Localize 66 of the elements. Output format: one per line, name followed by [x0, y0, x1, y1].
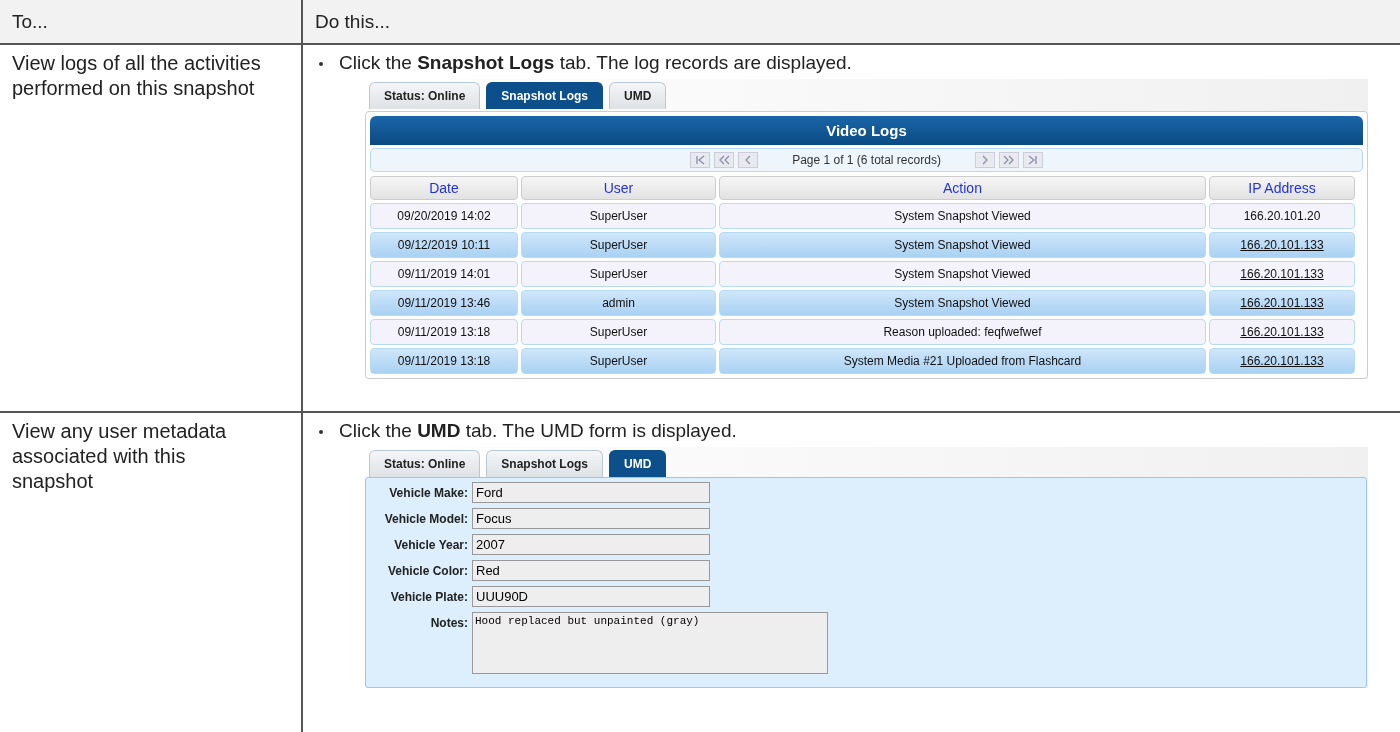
table-cell: 09/11/2019 14:01	[370, 261, 518, 287]
ip-link[interactable]: 166.20.101.133	[1240, 238, 1324, 252]
input-field[interactable]: Red	[472, 560, 710, 581]
tab[interactable]: Status: Online	[369, 450, 481, 477]
table-cell: System Snapshot Viewed	[719, 261, 1206, 287]
tab[interactable]: Status: Online	[369, 82, 481, 109]
tab[interactable]: Snapshot Logs	[486, 82, 603, 109]
table-cell: 09/20/2019 14:02	[370, 203, 518, 229]
chevron-icon	[694, 154, 707, 166]
fast-forward-button[interactable]	[998, 152, 1019, 168]
notes-field[interactable]: Hood replaced but unpainted (gray)	[472, 612, 828, 674]
column-header[interactable]: IP Address	[1209, 176, 1355, 200]
chevron-icon	[718, 154, 731, 166]
table-cell: SuperUser	[521, 232, 716, 258]
field-label: Notes:	[429, 615, 468, 630]
next-page-button[interactable]	[974, 152, 995, 168]
panel-title: Video Logs	[370, 116, 1363, 145]
rewind-button[interactable]	[714, 152, 735, 168]
previous-page-button[interactable]	[738, 152, 759, 168]
table-cell: System Snapshot Viewed	[719, 203, 1206, 229]
column-header[interactable]: User	[521, 176, 716, 200]
tab[interactable]: Snapshot Logs	[486, 450, 603, 477]
table-cell: System Snapshot Viewed	[719, 290, 1206, 316]
ip-link[interactable]: 166.20.101.133	[1240, 354, 1324, 368]
bullet-icon	[319, 430, 323, 434]
table-cell: SuperUser	[521, 203, 716, 229]
column-header[interactable]: Date	[370, 176, 518, 200]
tab[interactable]: UMD	[609, 82, 667, 109]
chevron-icon	[1002, 154, 1015, 166]
input-field[interactable]: Focus	[472, 508, 710, 529]
column-header: Do this...	[315, 10, 390, 33]
table-cell: System Media #21 Uploaded from Flashcard	[719, 348, 1206, 374]
table-cell: 09/11/2019 13:46	[370, 290, 518, 316]
table-cell: SuperUser	[521, 348, 716, 374]
table-cell: System Snapshot Viewed	[719, 232, 1206, 258]
field-label: Vehicle Model:	[383, 511, 468, 526]
bullet-icon	[319, 62, 323, 66]
field-label: Vehicle Make:	[388, 485, 468, 500]
ip-link[interactable]: 166.20.101.133	[1240, 296, 1324, 310]
table-cell: 09/12/2019 10:11	[370, 232, 518, 258]
field-label: Vehicle Plate:	[389, 589, 468, 604]
column-header: To...	[12, 10, 48, 33]
task-text: View any user metadata associated with this snapshot	[12, 419, 228, 494]
task-text: View logs of all the activities performed on this snapshot	[12, 51, 262, 101]
step-text: Click the Snapshot Logs tab. The log records are displayed.	[339, 51, 852, 75]
page-info: Page 1 of 1 (6 total records)	[792, 153, 941, 167]
chevron-icon	[1026, 154, 1039, 166]
table-cell: 166.20.101.20	[1209, 203, 1355, 229]
table-cell: admin	[521, 290, 716, 316]
table-cell: 09/11/2019 13:18	[370, 348, 518, 374]
column-header[interactable]: Action	[719, 176, 1206, 200]
input-field[interactable]: Ford	[472, 482, 710, 503]
table-cell: 09/11/2019 13:18	[370, 319, 518, 345]
input-field[interactable]: UUU90D	[472, 586, 710, 607]
field-label: Vehicle Color:	[386, 563, 468, 578]
table-cell: Reason uploaded: feqfwefwef	[719, 319, 1206, 345]
input-field[interactable]: 2007	[472, 534, 710, 555]
first-page-button[interactable]	[690, 152, 711, 168]
field-label: Vehicle Year:	[393, 537, 468, 552]
step-text: Click the UMD tab. The UMD form is displayed.	[339, 419, 737, 443]
tab[interactable]: UMD	[609, 450, 667, 477]
table-cell: SuperUser	[521, 319, 716, 345]
ip-link[interactable]: 166.20.101.133	[1240, 325, 1324, 339]
ip-link[interactable]: 166.20.101.133	[1240, 267, 1324, 281]
table-cell: SuperUser	[521, 261, 716, 287]
last-page-button[interactable]	[1022, 152, 1043, 168]
